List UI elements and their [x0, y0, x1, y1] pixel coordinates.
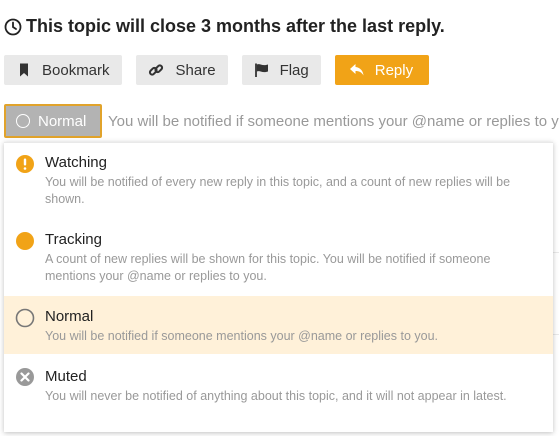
- clock-icon: [4, 18, 22, 36]
- notification-level-label: Normal: [38, 112, 87, 130]
- page-edge-divider: [553, 252, 559, 253]
- share-button[interactable]: Share: [135, 55, 228, 85]
- notification-option-normal[interactable]: Normal You will be notified if someone m…: [4, 296, 553, 354]
- topic-close-notice: This topic will close 3 months after the…: [4, 16, 445, 37]
- option-title: Muted: [45, 368, 87, 385]
- notification-row: Normal You will be notified if someone m…: [4, 104, 559, 138]
- reply-icon: [349, 62, 365, 78]
- notification-level-button[interactable]: Normal: [4, 104, 102, 138]
- flag-icon: [254, 62, 270, 78]
- page-edge-divider: [553, 334, 559, 335]
- bookmark-icon: [16, 62, 32, 78]
- option-description: You will never be notified of anything a…: [45, 389, 507, 403]
- link-icon: [148, 62, 164, 78]
- flag-button[interactable]: Flag: [241, 55, 321, 85]
- bookmark-label: Bookmark: [42, 61, 110, 79]
- option-description: You will be notified if someone mentions…: [45, 329, 438, 343]
- reply-label: Reply: [374, 61, 414, 79]
- empty-circle-icon: [16, 114, 30, 128]
- exclamation-circle-icon: [15, 154, 35, 174]
- option-description: A count of new replies will be shown for…: [45, 252, 491, 283]
- filled-circle-icon: [15, 231, 35, 251]
- topic-close-text: This topic will close 3 months after the…: [26, 16, 445, 36]
- empty-circle-icon: [15, 308, 35, 328]
- option-description: You will be notified of every new reply …: [45, 175, 511, 206]
- topic-actions: Bookmark Share Flag Reply: [4, 55, 430, 85]
- times-circle-icon: [15, 367, 35, 387]
- option-title: Normal: [45, 308, 94, 325]
- share-label: Share: [175, 61, 216, 79]
- notification-option-tracking[interactable]: Tracking A count of new replies will be …: [4, 230, 553, 285]
- notification-option-muted[interactable]: Muted You will never be notified of anyt…: [4, 367, 553, 405]
- option-title: Tracking: [45, 231, 102, 248]
- option-title: Watching: [45, 154, 107, 171]
- notification-level-description: You will be notified if someone mentions…: [108, 112, 559, 130]
- notification-level-dropdown: Watching You will be notified of every n…: [4, 142, 553, 432]
- notification-option-watching[interactable]: Watching You will be notified of every n…: [4, 153, 553, 208]
- reply-button[interactable]: Reply: [334, 55, 430, 85]
- bookmark-button[interactable]: Bookmark: [4, 55, 122, 85]
- flag-label: Flag: [279, 61, 309, 79]
